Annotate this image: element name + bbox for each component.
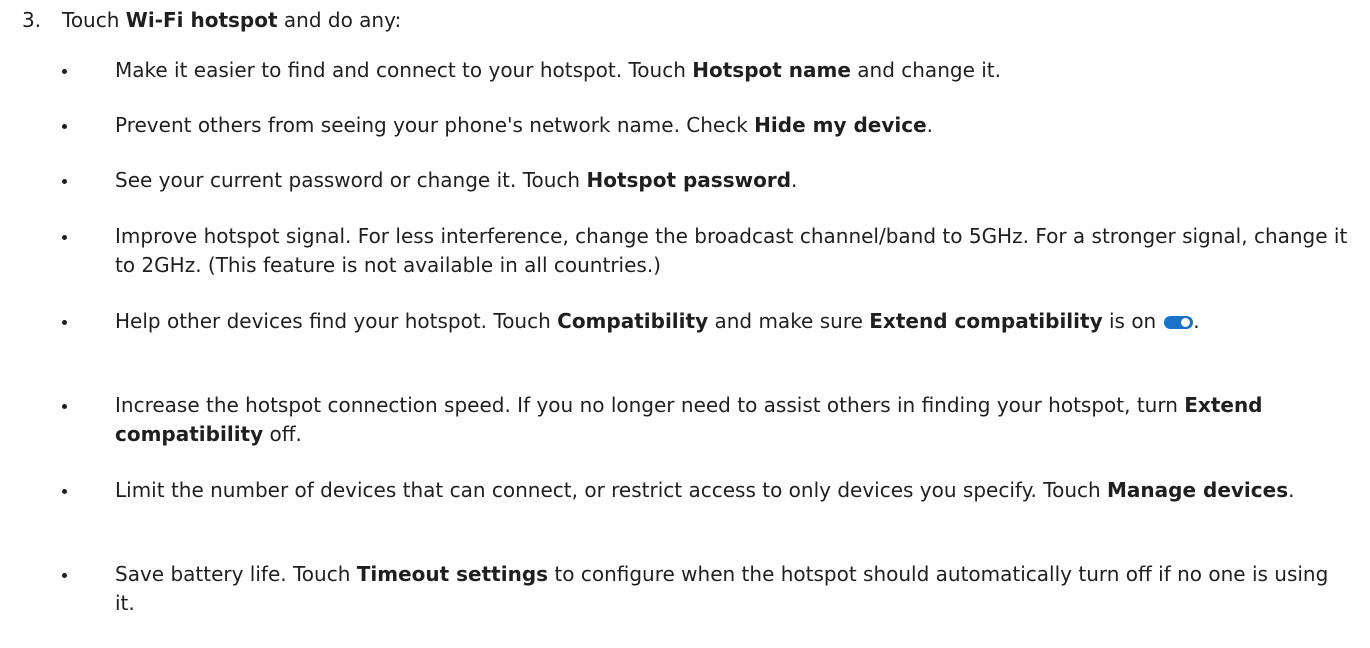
bullet-text: See your current password or change it. … [115,166,1350,195]
bullet-text: Limit the number of devices that can con… [115,476,1350,505]
bullet-text: Save battery life. Touch Timeout setting… [115,560,1350,618]
text: off. [263,422,302,446]
bullet-text: Prevent others from seeing your phone's … [115,111,1350,140]
bold-term: Hotspot password [586,168,792,192]
bold-term: Compatibility [557,309,709,333]
text: and change it. [850,58,1001,82]
bullet-text: Help other devices find your hotspot. To… [115,307,1350,336]
text: and make sure [708,309,870,333]
bold-term: Timeout settings [356,562,549,586]
step-prefix: Touch [62,8,126,32]
text: . [1288,478,1295,502]
step-heading: 3. Touch Wi-Fi hotspot and do any: [22,6,401,35]
step-bold-term: Wi-Fi hotspot [125,8,278,32]
text: Limit the number of devices that can con… [115,478,1108,502]
bold-term: Hotspot name [692,58,851,82]
text: Make it easier to find and connect to yo… [115,58,693,82]
bullet-dot [62,179,67,184]
bullet-dot [62,124,67,129]
bullet-text: Increase the hotspot connection speed. I… [115,391,1350,449]
text: Prevent others from seeing your phone's … [115,113,755,137]
bullet-dot [62,404,67,409]
text: See your current password or change it. … [115,168,587,192]
text: Save battery life. Touch [115,562,357,586]
text: is on [1102,309,1157,333]
toggle-on-icon [1164,316,1194,329]
text: . [1193,309,1200,333]
bold-term: Extend compatibility [869,309,1103,333]
bullet-dot [62,489,67,494]
bullet-text: Make it easier to find and connect to yo… [115,56,1350,85]
bullet-dot [62,573,67,578]
text: . [791,168,798,192]
text: . [926,113,934,137]
bullet-dot [62,69,67,74]
text: Increase the hotspot connection speed. I… [115,393,1185,417]
step-number: 3. [22,8,42,32]
toggle-knob [1181,318,1191,327]
bullet-dot [62,235,67,240]
bold-term: Manage devices [1107,478,1289,502]
step-suffix: and do any: [277,8,402,32]
text: Improve hotspot signal. For less interfe… [115,224,1348,277]
bullet-text: Improve hotspot signal. For less interfe… [115,222,1350,280]
text: Help other devices find your hotspot. To… [115,309,558,333]
bold-term: Hide my device [754,113,927,137]
bullet-dot [62,320,67,325]
